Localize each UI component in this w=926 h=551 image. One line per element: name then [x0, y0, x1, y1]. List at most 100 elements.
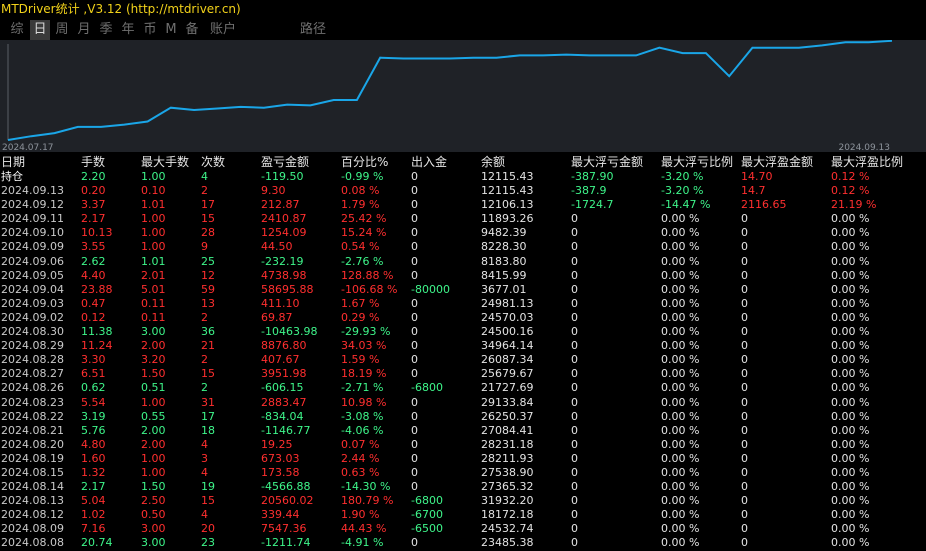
table-row[interactable]: 2024.09.13 0.20 0.10 2 9.30 0.08 % 0 12115.43 -3…	[0, 184, 926, 198]
tab-3[interactable]: 月	[74, 20, 94, 40]
table-cell: 0.12 %	[831, 170, 870, 183]
table-row[interactable]: 2024.09.02 0.12 0.11 2 69.87 0.29 % 0 24570.03 0…	[0, 311, 926, 325]
column-header[interactable]: 最大浮亏金额	[571, 155, 643, 170]
table-row[interactable]: 2024.08.23 5.54 1.00 31 2883.47 10.98 % 0 29133…	[0, 396, 926, 410]
tab-7[interactable]: M	[162, 20, 180, 40]
column-header[interactable]: 余额	[481, 155, 505, 170]
table-row[interactable]: 2024.09.04 23.88 5.01 59 58695.88 -106.68 % -8…	[0, 283, 926, 297]
table-cell: 24532.74	[481, 522, 534, 536]
table-row[interactable]: 2024.08.14 2.17 1.50 19 -4566.88 -14.30 % 0 273…	[0, 480, 926, 494]
table-row[interactable]: 2024.09.06 2.62 1.01 25 -232.19 -2.76 % 0 8183.…	[0, 255, 926, 269]
table-cell: 0.00 %	[831, 437, 870, 451]
table-row[interactable]: 2024.09.10 10.13 1.00 28 1254.09 15.24 % 0 9482…	[0, 226, 926, 240]
table-cell: 3.55	[81, 240, 106, 254]
table-cell: 0	[571, 296, 578, 310]
tab-6[interactable]: 币	[140, 20, 160, 40]
table-cell: 2024.09.12	[1, 198, 64, 212]
equity-line	[7, 40, 893, 141]
table-row[interactable]: 2024.08.15 1.32 1.00 4 173.58 0.63 % 0 27538.90…	[0, 466, 926, 480]
table-cell: 2116.65	[741, 198, 787, 212]
table-cell: 0	[411, 254, 418, 268]
table-cell: 2024.08.21	[1, 423, 64, 437]
table-cell: 0.00 %	[661, 522, 700, 536]
table-cell: 5.04	[81, 494, 106, 508]
table-cell: 4	[201, 437, 208, 451]
column-header[interactable]: 日期	[1, 155, 25, 170]
table-row[interactable]: 2024.08.22 3.19 0.55 17 -834.04 -3.08 % 0 26250…	[0, 410, 926, 424]
table-cell: 3951.98	[261, 367, 307, 381]
table-cell: 2024.08.27	[1, 367, 64, 381]
tab-4[interactable]: 季	[96, 20, 116, 40]
column-header[interactable]: 最大浮盈金额	[741, 155, 813, 170]
table-row[interactable]: 2024.09.12 3.37 1.01 17 212.87 1.79 % 0 12106.1…	[0, 198, 926, 212]
table-row[interactable]: 2024.08.26 0.62 0.51 2 -606.15 -2.71 % -6800 21…	[0, 381, 926, 395]
column-header[interactable]: 最大浮亏比例	[661, 155, 733, 170]
table-cell: 0	[411, 437, 418, 451]
table-cell: 0.00 %	[831, 409, 870, 423]
table-cell: 0.00 %	[661, 381, 700, 395]
table-row[interactable]: 2024.08.21 5.76 2.00 18 -1146.77 -4.06 % 0 2708…	[0, 424, 926, 438]
table-cell: 0	[741, 423, 748, 437]
table-cell: 2.17	[81, 212, 106, 226]
column-header[interactable]: 最大手数	[141, 155, 189, 170]
table-row[interactable]: 2024.08.30 11.38 3.00 36 -10463.98 -29.93 % 0 2…	[0, 325, 926, 339]
table-cell: 0	[411, 170, 418, 183]
table-row[interactable]: 2024.08.13 5.04 2.50 15 20560.02 180.79 % -680…	[0, 494, 926, 508]
table-row[interactable]: 2024.08.20 4.80 2.00 4 19.25 0.07 % 0 28231.18 0…	[0, 438, 926, 452]
column-header[interactable]: 次数	[201, 155, 225, 170]
table-cell: 3677.01	[481, 282, 527, 296]
table-cell: 2024.08.30	[1, 325, 64, 339]
table-cell: 0.00 %	[831, 339, 870, 353]
table-cell: -6800	[411, 494, 443, 508]
table-cell: 0	[411, 226, 418, 240]
table-row[interactable]: 2024.08.09 7.16 3.00 20 7547.36 44.43 % -6500 2…	[0, 522, 926, 536]
table-cell: 20560.02	[261, 494, 314, 508]
table-cell: 0	[741, 282, 748, 296]
table-cell: 0	[411, 465, 418, 479]
table-row[interactable]: 2024.08.19 1.60 1.00 3 673.03 2.44 % 0 28211.93…	[0, 452, 926, 466]
table-row[interactable]: 2024.08.08 20.74 3.00 23 -1211.74 -4.91 % 0 234…	[0, 536, 926, 550]
tab-2[interactable]: 周	[52, 20, 72, 40]
table-cell: 0	[741, 240, 748, 254]
table-cell: 0.00 %	[831, 522, 870, 536]
table-cell: 212.87	[261, 198, 300, 212]
tab-8[interactable]: 备	[182, 20, 202, 40]
tab-10[interactable]: 路径	[296, 20, 330, 40]
table-cell: 0.00 %	[831, 254, 870, 268]
table-cell: 2024.08.12	[1, 508, 64, 522]
table-cell: 0.00 %	[661, 226, 700, 240]
table-cell: 7.16	[81, 522, 106, 536]
column-header[interactable]: 出入金	[411, 155, 447, 170]
table-cell: 2024.09.09	[1, 240, 64, 254]
table-cell: 4.40	[81, 268, 106, 282]
table-cell: 0	[571, 268, 578, 282]
tab-9[interactable]: 账户	[206, 20, 240, 40]
table-cell: 0.00 %	[661, 240, 700, 254]
tab-5[interactable]: 年	[118, 20, 138, 40]
table-cell: 19	[201, 480, 215, 494]
column-header[interactable]: 最大浮盈比例	[831, 155, 903, 170]
table-cell: 0	[411, 339, 418, 353]
table-cell: 0	[741, 353, 748, 367]
table-cell: 0	[571, 353, 578, 367]
table-row[interactable]: 2024.08.12 1.02 0.50 4 339.44 1.90 % -6700 1817…	[0, 508, 926, 522]
table-row[interactable]: 2024.08.29 11.24 2.00 21 8876.80 34.03 % 0 3496…	[0, 339, 926, 353]
table-cell: 0.00 %	[831, 240, 870, 254]
table-row[interactable]: 2024.09.05 4.40 2.01 12 4738.98 128.88 % 0 8415…	[0, 269, 926, 283]
column-header[interactable]: 手数	[81, 155, 105, 170]
table-cell: 1.00	[141, 240, 166, 254]
table-row[interactable]: 2024.09.03 0.47 0.11 13 411.10 1.67 % 0 24981.1…	[0, 297, 926, 311]
table-row[interactable]: 2024.08.27 6.51 1.50 15 3951.98 18.19 % 0 25679…	[0, 367, 926, 381]
table-row[interactable]: 2024.09.11 2.17 1.00 15 2410.87 25.42 % 0 11893…	[0, 212, 926, 226]
table-cell: 15	[201, 367, 215, 381]
column-header[interactable]: 盈亏金额	[261, 155, 309, 170]
table-row[interactable]: 2024.09.09 3.55 1.00 9 44.50 0.54 % 0 8228.30 0 0…	[0, 240, 926, 254]
column-header[interactable]: 百分比%	[341, 155, 388, 170]
position-row[interactable]: 持仓 2.20 1.00 4 -119.50 -0.99 % 0 12115.43 -387.9…	[0, 170, 926, 184]
tab-1[interactable]: 日	[30, 20, 50, 40]
tab-0[interactable]: 综	[7, 20, 27, 40]
table-cell: 12	[201, 268, 215, 282]
table-cell: 0.63 %	[341, 465, 380, 479]
table-cell: 14.7	[741, 184, 766, 198]
table-row[interactable]: 2024.08.28 3.30 3.20 2 407.67 1.59 % 0 26087.34…	[0, 353, 926, 367]
